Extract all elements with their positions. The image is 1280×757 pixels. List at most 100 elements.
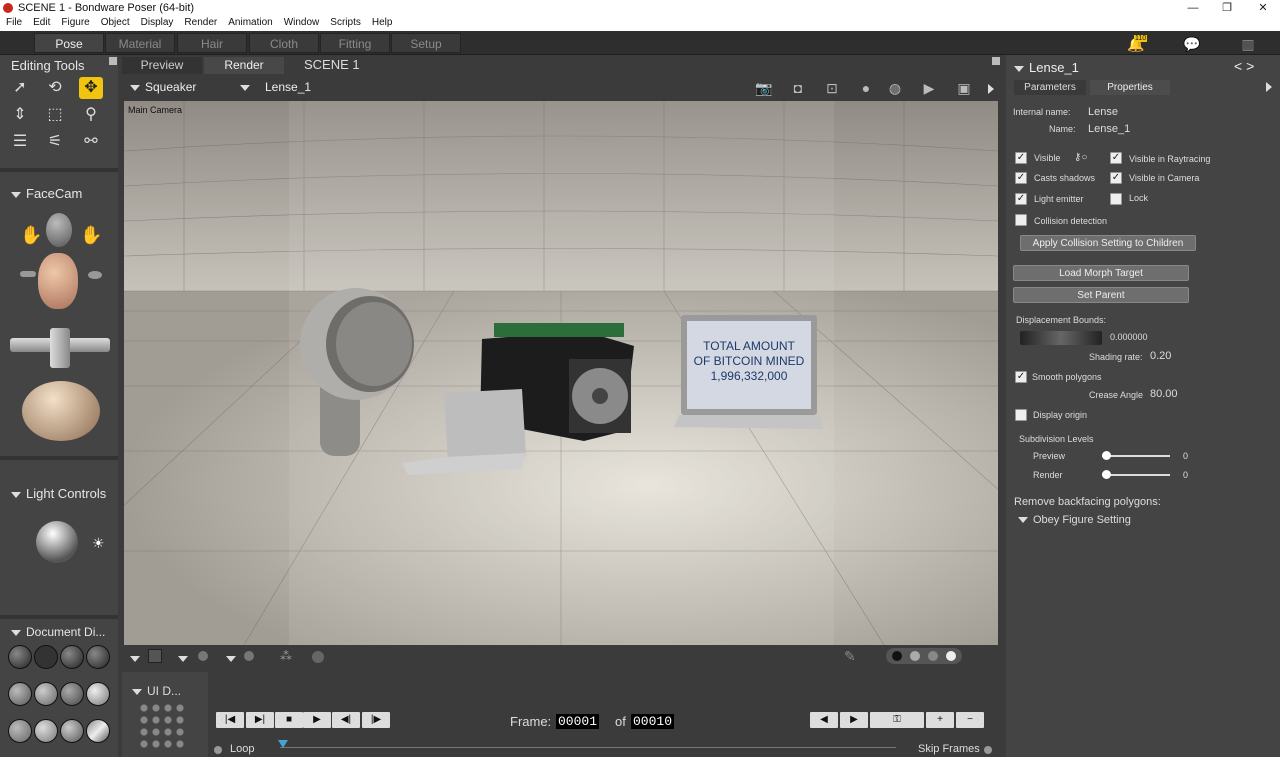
left-hand-icon[interactable]: ✋ xyxy=(20,225,42,249)
display-style-icon[interactable] xyxy=(34,682,58,706)
smooth-polygons-checkbox[interactable]: ✓ xyxy=(1015,371,1027,383)
menu-edit[interactable]: Edit xyxy=(27,16,55,31)
taper-tool-icon[interactable]: ☰ xyxy=(8,131,32,153)
select-tool-icon[interactable]: ➚ xyxy=(8,77,32,99)
visible-raytracing-checkbox[interactable]: ✓ xyxy=(1110,152,1122,164)
light-emitter-checkbox[interactable]: ✓ xyxy=(1015,193,1027,205)
menu-file[interactable]: File xyxy=(0,16,27,31)
play-button[interactable]: ▶ xyxy=(303,712,331,728)
collision-checkbox[interactable] xyxy=(1015,214,1027,226)
display-style-icon[interactable] xyxy=(34,645,58,669)
figure-select[interactable]: Squeaker xyxy=(130,80,196,94)
scroll-right-icon[interactable] xyxy=(1266,81,1272,93)
tab-setup[interactable]: Setup xyxy=(391,33,461,53)
translate-tool-icon[interactable]: ✥ xyxy=(79,77,103,99)
set-parent-button[interactable]: Set Parent xyxy=(1013,287,1189,303)
right-hand-icon[interactable]: ✋ xyxy=(80,225,102,249)
display-style-icon[interactable] xyxy=(60,719,84,743)
prev-key-button[interactable]: ◀ xyxy=(810,712,838,728)
ui-dots-grid[interactable] xyxy=(138,702,186,750)
menu-scripts[interactable]: Scripts xyxy=(324,16,366,31)
tab-pose[interactable]: Pose xyxy=(34,33,104,53)
lock-checkbox[interactable] xyxy=(1110,193,1122,205)
remove-key-button[interactable]: − xyxy=(956,712,984,728)
visible-camera-checkbox[interactable]: ✓ xyxy=(1110,172,1122,184)
display-style-icon[interactable] xyxy=(60,682,84,706)
light-sphere-icon[interactable] xyxy=(36,521,78,563)
camera-icon[interactable]: 📷 xyxy=(754,80,774,98)
tab-parameters[interactable]: Parameters xyxy=(1014,80,1086,95)
right-eye-icon[interactable] xyxy=(88,271,102,279)
morph-tool-icon[interactable]: ⚯ xyxy=(79,131,103,153)
slider-knob[interactable] xyxy=(1102,451,1111,460)
rotation-trackball-icon[interactable] xyxy=(22,381,100,441)
globe-icon[interactable]: ◍ xyxy=(885,80,905,98)
dropdown-icon[interactable] xyxy=(226,653,241,665)
ground-icon[interactable] xyxy=(244,651,254,661)
prev-frame-button[interactable]: ◀| xyxy=(332,712,360,728)
dropdown-icon[interactable] xyxy=(130,653,145,665)
current-frame-field[interactable]: 00001 xyxy=(556,714,600,729)
background-color-icon[interactable] xyxy=(148,649,162,663)
menu-help[interactable]: Help xyxy=(366,16,398,31)
chat-icon[interactable]: 💬 xyxy=(1182,36,1202,52)
3d-viewport[interactable]: TOTAL AMOUNT OF BITCOIN MINED 1,996,332,… xyxy=(124,101,998,645)
next-key-button[interactable]: ▶ xyxy=(840,712,868,728)
casts-shadows-checkbox[interactable]: ✓ xyxy=(1015,172,1027,184)
apply-collision-button[interactable]: Apply Collision Setting to Children xyxy=(1020,235,1196,251)
collapse-icon[interactable] xyxy=(11,191,21,198)
playhead-icon[interactable] xyxy=(278,740,288,748)
view-toggle[interactable] xyxy=(886,648,962,664)
sun-icon[interactable]: ☀ xyxy=(92,535,105,552)
display-origin-checkbox[interactable] xyxy=(1015,409,1027,421)
actor-select[interactable]: Lense_1 xyxy=(240,80,311,94)
menu-display[interactable]: Display xyxy=(135,16,179,31)
shadow-icon[interactable] xyxy=(198,651,208,661)
loop-radio[interactable] xyxy=(214,746,222,754)
visible-checkbox[interactable]: ✓ xyxy=(1015,152,1027,164)
menu-figure[interactable]: Figure xyxy=(55,16,94,31)
dropdown-icon[interactable] xyxy=(178,653,193,665)
minimize-button[interactable]: — xyxy=(1178,0,1208,16)
render-subdiv-slider[interactable] xyxy=(1102,474,1170,476)
crease-angle-value[interactable]: 80.00 xyxy=(1150,388,1178,400)
skip-frames-radio[interactable] xyxy=(984,746,992,754)
sphere-icon[interactable] xyxy=(312,651,324,663)
next-frame-button[interactable]: |▶ xyxy=(362,712,390,728)
displacement-value[interactable]: 0.000000 xyxy=(1110,332,1148,342)
display-style-icon[interactable] xyxy=(8,645,32,669)
display-style-icon[interactable] xyxy=(8,682,32,706)
timeline-scrubber[interactable] xyxy=(280,747,896,748)
total-frames-field[interactable]: 00010 xyxy=(631,714,675,729)
nav-arrows-icon[interactable]: < > xyxy=(1234,58,1254,74)
tab-preview[interactable]: Preview xyxy=(122,57,202,74)
view-dot[interactable] xyxy=(910,651,920,661)
scale-tool-icon[interactable]: ⬚ xyxy=(43,104,67,126)
tab-hair[interactable]: Hair xyxy=(177,33,247,53)
twist-tool-icon[interactable]: ⚲ xyxy=(79,104,103,126)
video-camera-icon[interactable]: ▶ xyxy=(919,80,939,98)
slider-knob[interactable] xyxy=(1102,470,1111,479)
menu-animation[interactable]: Animation xyxy=(222,16,277,31)
panel-menu-icon[interactable] xyxy=(109,57,117,65)
displacement-dial[interactable] xyxy=(1020,331,1102,345)
display-style-icon[interactable] xyxy=(86,682,110,706)
panel-menu-icon[interactable] xyxy=(992,57,1000,65)
tab-properties[interactable]: Properties xyxy=(1090,80,1170,95)
tab-fitting[interactable]: Fitting xyxy=(320,33,390,53)
obey-figure-dropdown[interactable]: Obey Figure Setting xyxy=(1018,514,1131,526)
collapse-icon[interactable] xyxy=(11,491,21,498)
menu-render[interactable]: Render xyxy=(178,16,222,31)
collapse-icon[interactable] xyxy=(11,629,21,636)
display-style-icon[interactable] xyxy=(34,719,58,743)
menu-object[interactable]: Object xyxy=(95,16,135,31)
last-frame-button[interactable]: ▶| xyxy=(246,712,274,728)
tab-material[interactable]: Material xyxy=(105,33,175,53)
name-field[interactable]: Lense_1 xyxy=(1088,123,1130,135)
view-dot[interactable] xyxy=(928,651,938,661)
menu-window[interactable]: Window xyxy=(278,16,325,31)
library-icon[interactable]: ▥ xyxy=(1238,36,1258,52)
left-eye-icon[interactable] xyxy=(20,271,36,277)
molecule-icon[interactable]: ⁂ xyxy=(280,649,294,663)
key-icon[interactable]: ⚿ xyxy=(870,712,924,728)
